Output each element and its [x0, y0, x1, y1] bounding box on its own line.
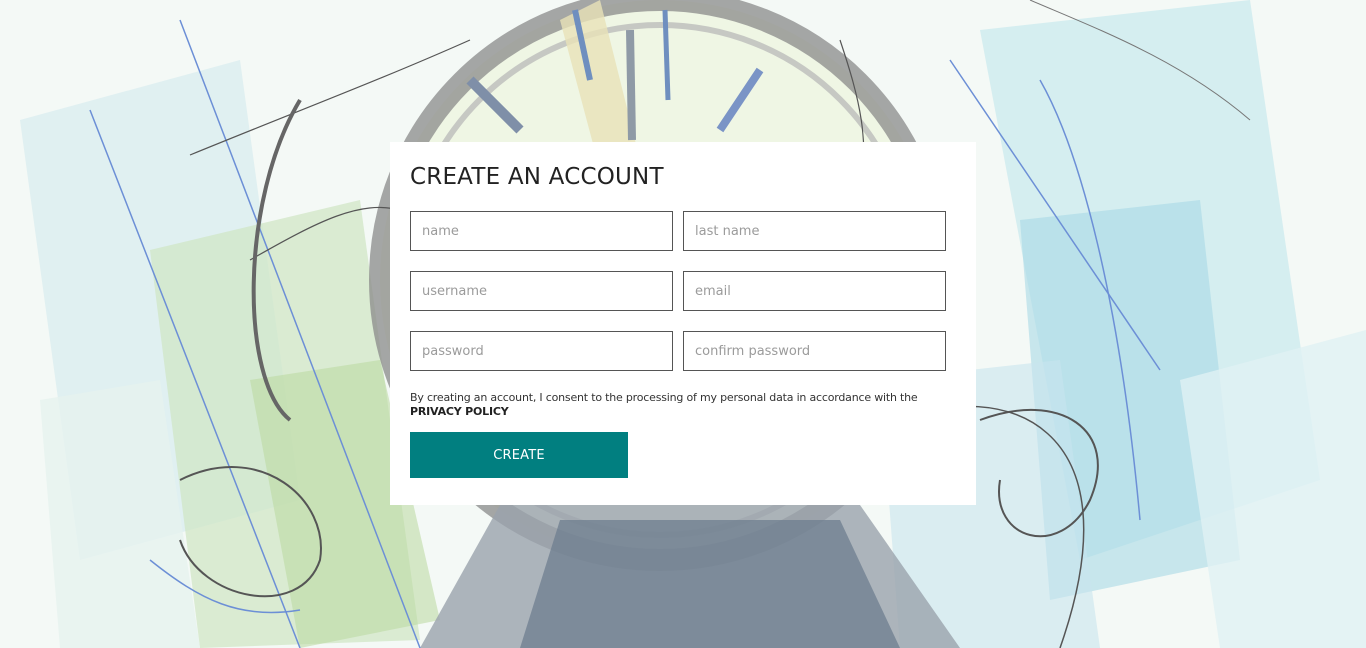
privacy-policy-link[interactable]: PRIVACY POLICY: [410, 405, 509, 418]
password-input[interactable]: [410, 331, 673, 371]
consent-statement: By creating an account, I consent to the…: [410, 391, 918, 404]
create-button[interactable]: CREATE: [410, 432, 628, 478]
create-account-card: CREATE AN ACCOUNT By creating an account…: [390, 142, 976, 505]
confirm-password-input[interactable]: [683, 331, 946, 371]
consent-text: By creating an account, I consent to the…: [410, 391, 956, 419]
registration-fields: [410, 211, 956, 371]
last-name-input[interactable]: [683, 211, 946, 251]
email-input[interactable]: [683, 271, 946, 311]
username-input[interactable]: [410, 271, 673, 311]
page: CREATE AN ACCOUNT By creating an account…: [0, 0, 1366, 648]
page-title: CREATE AN ACCOUNT: [410, 164, 664, 190]
name-input[interactable]: [410, 211, 673, 251]
